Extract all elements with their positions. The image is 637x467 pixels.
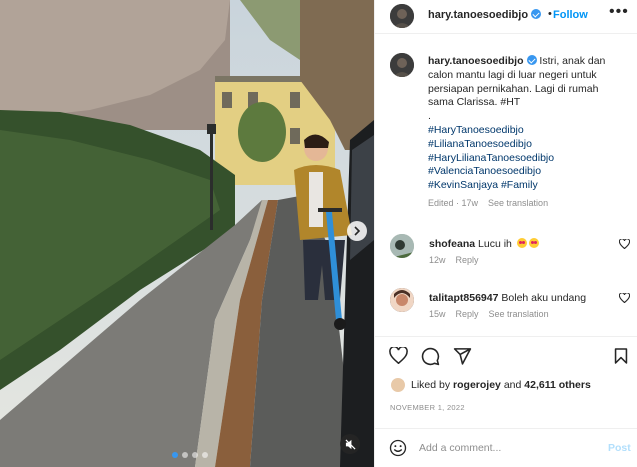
caption-line: Istri, anak dan: [539, 55, 606, 67]
comment-text: talitapt856947 Boleh aku undang: [429, 292, 619, 304]
liker-username[interactable]: rogerojey: [453, 379, 501, 391]
add-comment-input[interactable]: [419, 439, 589, 457]
avatar-image: [390, 53, 414, 77]
comment-body: Lucu ih: [478, 238, 512, 250]
photo-scene: [0, 0, 374, 467]
commenter-username[interactable]: talitapt856947: [429, 292, 498, 304]
hashtag-link[interactable]: #ValenciaTanoesoedibjo: [428, 165, 628, 179]
action-bar: [375, 336, 637, 374]
commenter-avatar[interactable]: [390, 288, 414, 312]
caption-avatar[interactable]: [390, 53, 414, 77]
author-avatar[interactable]: [390, 4, 414, 28]
hashtag-link[interactable]: #HaryTanoesoedibjo: [428, 124, 628, 138]
hashtag-link[interactable]: #LilianaTanoesoedibjo: [428, 138, 628, 152]
avatar-image: [390, 4, 414, 28]
like-comment-icon[interactable]: [619, 293, 630, 303]
carousel-dots: [172, 452, 208, 458]
reply-button[interactable]: Reply: [456, 255, 479, 265]
header-separator: •: [548, 8, 552, 20]
comment-meta: 15w Reply See translation: [429, 309, 559, 319]
caption-line: .: [428, 110, 431, 123]
share-icon[interactable]: [453, 347, 472, 365]
likes-summary: Liked by rogerojey and 42,611 others: [390, 377, 591, 393]
carousel-dot: [202, 452, 208, 458]
comment-icon[interactable]: [421, 347, 440, 366]
likes-prefix: Liked by: [411, 379, 451, 391]
next-media-button[interactable]: [347, 221, 367, 241]
comment-text: shofeana Lucu ih: [429, 238, 619, 250]
commenter-username[interactable]: shofeana: [429, 238, 475, 250]
comment-age: 15w: [429, 309, 446, 319]
hashtag-link[interactable]: #HaryLilianaTanoesoedibjo: [428, 152, 628, 166]
heart-eyes-emoji: [516, 238, 527, 248]
edited-age: Edited · 17w: [428, 197, 479, 208]
avatar-image: [390, 288, 414, 312]
mute-button[interactable]: [340, 434, 360, 454]
chevron-right-icon: [354, 226, 361, 236]
more-icon[interactable]: •••: [609, 3, 629, 21]
author-username[interactable]: hary.tanoesoedibjo: [428, 9, 542, 21]
caption-line: calon mantu lagi di luar negeri untuk: [428, 68, 597, 81]
caption-username[interactable]: hary.tanoesoedibjo: [428, 55, 524, 67]
like-comment-icon[interactable]: [619, 239, 630, 249]
bookmark-icon[interactable]: [614, 347, 628, 365]
post-side-panel: hary.tanoesoedibjo • Follow ••• hary.tan…: [374, 0, 637, 467]
reply-button[interactable]: Reply: [456, 309, 479, 319]
post-header: hary.tanoesoedibjo • Follow •••: [375, 0, 637, 34]
add-comment-bar: Post: [375, 428, 637, 467]
commenter-avatar[interactable]: [390, 234, 414, 258]
heart-eyes-emoji: [528, 238, 539, 248]
carousel-dot: [172, 452, 178, 458]
see-translation-link[interactable]: See translation: [488, 198, 548, 208]
likes-middle: and: [503, 379, 522, 391]
verified-icon: [531, 9, 542, 19]
follow-button[interactable]: Follow: [553, 9, 588, 21]
post-date: NOVEMBER 1, 2022: [390, 403, 465, 412]
comment-age: 12w: [429, 255, 446, 265]
post-caption: hary.tanoesoedibjo Istri, anak dan calon…: [428, 55, 628, 211]
comment-body: Boleh aku undang: [501, 292, 587, 304]
caption-line: sama Clarissa. #HT: [428, 96, 521, 109]
comment-meta: 12w Reply: [429, 255, 489, 265]
post-media[interactable]: [0, 0, 374, 467]
liker-avatar: [390, 377, 406, 393]
emoji-icon[interactable]: [389, 439, 407, 457]
verified-icon: [526, 55, 537, 65]
post-comment-button[interactable]: Post: [608, 442, 631, 454]
avatar-image: [390, 234, 414, 258]
carousel-dot: [192, 452, 198, 458]
caption-line: persiapan pernikahan. Lagi di rumah: [428, 82, 599, 95]
hashtag-link[interactable]: #KevinSanjaya #Family: [428, 179, 628, 193]
comments-list[interactable]: hary.tanoesoedibjo Istri, anak dan calon…: [375, 34, 637, 336]
heart-icon[interactable]: [389, 347, 408, 364]
author-username-text: hary.tanoesoedibjo: [428, 9, 529, 21]
likes-count-link[interactable]: 42,611 others: [524, 379, 591, 391]
mute-icon: [344, 438, 356, 450]
carousel-dot: [182, 452, 188, 458]
see-translation-link[interactable]: See translation: [489, 309, 549, 319]
caption-meta: Edited · 17w See translation: [428, 197, 628, 211]
